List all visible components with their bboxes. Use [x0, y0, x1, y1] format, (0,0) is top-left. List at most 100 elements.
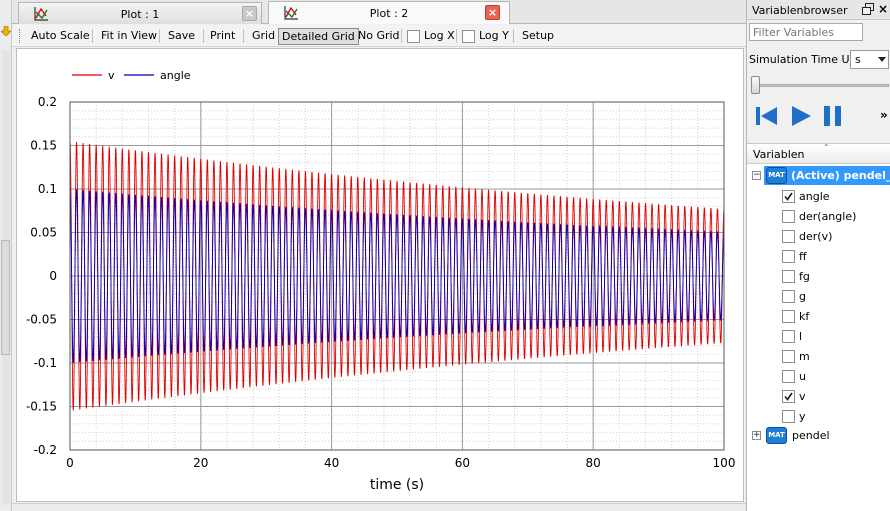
variable-row[interactable]: v [747, 386, 890, 406]
variable-checkbox[interactable] [782, 250, 795, 263]
toolbar-separator [513, 29, 514, 43]
log-y-label: Log Y [479, 29, 509, 42]
pause-icon[interactable] [820, 103, 846, 129]
x-axis-label: time (s) [370, 477, 424, 493]
y-tick-label: 0.1 [38, 182, 57, 196]
y-tick-label: 0.15 [30, 139, 57, 153]
tab-plot-2[interactable]: Plot : 2 × [268, 1, 510, 24]
model-node-pendel[interactable]: + MAT pendel [747, 426, 890, 446]
variable-label: kf [799, 310, 810, 323]
chart-legend: v angle [72, 69, 191, 82]
left-dock-strip [0, 0, 12, 511]
play-icon[interactable] [788, 103, 814, 129]
legend-label: v [108, 69, 115, 82]
variable-checkbox[interactable] [782, 290, 795, 303]
y-tick-label: 0 [49, 269, 57, 283]
active-model-node[interactable]: − MAT (Active) pendel_Fl [747, 166, 890, 185]
variable-row[interactable]: u [747, 366, 890, 386]
variable-checkbox[interactable] [782, 190, 795, 203]
variable-label: u [799, 370, 806, 383]
variable-label: y [799, 410, 806, 423]
variable-checkbox[interactable] [782, 390, 795, 403]
variable-row[interactable]: kf [747, 306, 890, 326]
filter-variables-input[interactable] [749, 23, 863, 41]
active-model-label: (Active) pendel_Fl [791, 169, 890, 182]
bottom-status-strip [12, 503, 746, 511]
y-tick-label: 0.2 [38, 95, 57, 109]
variables-browser-titlebar: Variablenbrowser × [747, 0, 890, 20]
y-tick-label: 0.05 [30, 226, 57, 240]
detailed-grid-button[interactable]: Detailed Grid [278, 28, 359, 45]
variable-row[interactable]: angle [747, 186, 890, 206]
x-tick-label: 60 [455, 456, 470, 470]
mat-file-icon: MAT [766, 427, 787, 444]
variable-label: g [799, 290, 806, 303]
variable-label: l [799, 330, 803, 343]
y-tick-label: -0.15 [26, 400, 57, 414]
collapse-icon[interactable]: − [752, 171, 761, 180]
variable-row[interactable]: g [747, 286, 890, 306]
tree-header[interactable]: Variablen ⌃ [747, 143, 890, 164]
time-slider-track[interactable] [753, 84, 889, 87]
variable-label: m [799, 350, 810, 363]
tab-label: Plot : 2 [369, 7, 409, 20]
toolbar-separator [401, 29, 402, 43]
variable-checkbox[interactable] [782, 270, 795, 283]
x-tick-label: 40 [324, 456, 339, 470]
setup-button[interactable]: Setup [519, 28, 557, 45]
variable-label: ff [799, 250, 807, 263]
log-x-checkbox[interactable] [407, 30, 420, 43]
x-axis-ticks: 0 20 40 60 80 100 [66, 456, 735, 470]
no-grid-button[interactable]: No Grid [355, 28, 403, 45]
variable-checkbox[interactable] [782, 330, 795, 343]
variable-checkbox[interactable] [782, 350, 795, 363]
close-icon[interactable]: × [242, 6, 257, 21]
variable-checkbox[interactable] [782, 210, 795, 223]
variable-checkbox[interactable] [782, 370, 795, 383]
simulation-time-unit-label: Simulation Time Unit [749, 53, 864, 66]
variable-row[interactable]: fg [747, 266, 890, 286]
sort-indicator-icon: ⌃ [823, 143, 830, 152]
variable-checkbox[interactable] [782, 410, 795, 423]
plot-icon [34, 7, 48, 21]
plot-canvas[interactable]: 0.2 0.15 0.1 0.05 0 -0.05 -0.1 -0.15 -0.2 0 20 40 6… [16, 48, 744, 502]
more-options-icon[interactable]: » [880, 108, 888, 122]
grid-button[interactable]: Grid [249, 28, 278, 45]
model-label: pendel [792, 429, 830, 442]
time-slider-handle[interactable] [751, 76, 760, 94]
close-icon[interactable]: × [878, 2, 888, 16]
variable-label: der(v) [799, 230, 833, 243]
expand-icon[interactable]: + [752, 431, 761, 440]
toolbar-grip[interactable] [19, 29, 22, 43]
tab-plot-1[interactable]: Plot : 1 × [18, 2, 262, 24]
plot-chart[interactable]: 0.2 0.15 0.1 0.05 0 -0.05 -0.1 -0.15 -0.2 0 20 40 6… [17, 49, 743, 501]
variable-row[interactable]: der(v) [747, 226, 890, 246]
variable-row[interactable]: m [747, 346, 890, 366]
x-tick-label: 100 [713, 456, 736, 470]
mat-file-icon: MAT [766, 167, 787, 184]
close-icon[interactable]: × [485, 5, 500, 20]
y-tick-label: -0.05 [26, 313, 57, 327]
rewind-icon[interactable] [753, 103, 779, 129]
variable-checkbox[interactable] [782, 310, 795, 323]
y-axis-ticks: 0.2 0.15 0.1 0.05 0 -0.05 -0.1 -0.15 -0.2 [26, 95, 57, 457]
float-window-icon[interactable] [862, 3, 874, 15]
variable-row[interactable]: ff [747, 246, 890, 266]
arrow-down-icon[interactable] [1, 26, 11, 36]
time-unit-select[interactable]: s [850, 50, 889, 69]
log-y-checkbox[interactable] [462, 30, 475, 43]
variable-row[interactable]: y [747, 406, 890, 426]
left-scrollbar-thumb[interactable] [1, 240, 10, 355]
print-button[interactable]: Print [207, 28, 238, 45]
time-unit-value: s [855, 53, 861, 66]
variable-label: der(angle) [799, 210, 857, 223]
x-tick-label: 80 [586, 456, 601, 470]
y-tick-label: -0.1 [34, 356, 57, 370]
variable-checkbox[interactable] [782, 230, 795, 243]
save-button[interactable]: Save [165, 28, 198, 45]
fit-in-view-button[interactable]: Fit in View [98, 28, 160, 45]
auto-scale-button[interactable]: Auto Scale [28, 28, 93, 45]
variable-row[interactable]: l [747, 326, 890, 346]
variable-row[interactable]: der(angle) [747, 206, 890, 226]
variable-label: v [799, 390, 806, 403]
